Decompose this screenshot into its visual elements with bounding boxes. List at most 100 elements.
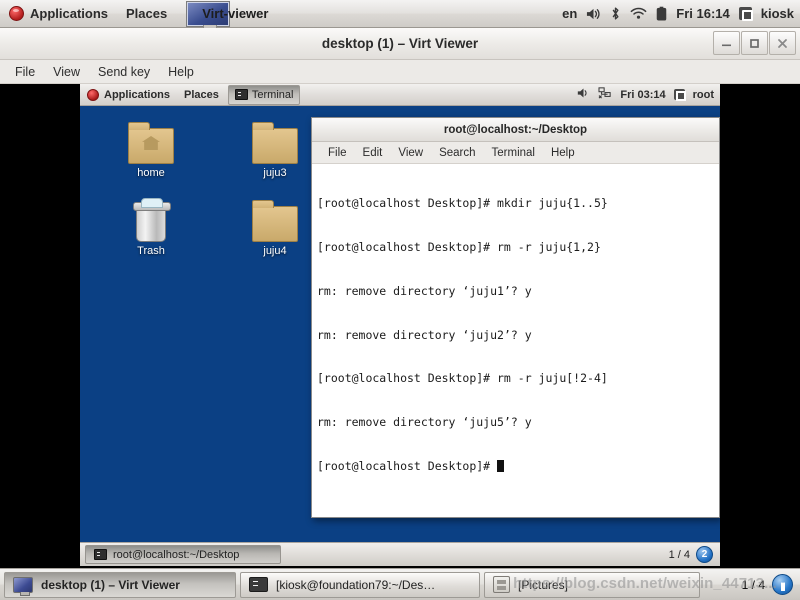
desktop-icon-label: Trash xyxy=(137,245,165,257)
taskbar-item-label: [kiosk@foundation79:~/Des… xyxy=(276,577,436,592)
terminal-menu-search[interactable]: Search xyxy=(431,147,483,159)
user-status-icon[interactable] xyxy=(738,7,753,21)
guest-network-icon[interactable] xyxy=(598,87,612,102)
guest-places-menu[interactable]: Places xyxy=(177,84,226,106)
wifi-icon[interactable] xyxy=(630,7,647,20)
guest-pager-label: 1 / 4 xyxy=(668,548,690,561)
keyboard-layout-indicator[interactable]: en xyxy=(562,6,577,21)
host-workspace-pager[interactable]: 1 / 4 xyxy=(742,574,796,595)
menu-send-key[interactable]: Send key xyxy=(89,61,159,83)
guest-taskbar-item-terminal[interactable]: root@localhost:~/Desktop xyxy=(85,545,281,564)
host-pager-label: 1 / 4 xyxy=(741,577,765,592)
desktop-icon-label: home xyxy=(137,167,165,179)
guest-taskbar-item-label: root@localhost:~/Desktop xyxy=(113,548,240,561)
taskbar-item-label: desktop (1) – Virt Viewer xyxy=(41,577,180,592)
guest-applications-menu[interactable]: Applications xyxy=(80,84,177,106)
guest-fedora-logo-icon xyxy=(87,88,99,101)
host-system-tray: en Fri 16:14 kiosk xyxy=(562,6,800,21)
terminal-line: rm: remove directory ‘juju1’? y xyxy=(317,283,532,298)
terminal-menubar: File Edit View Search Terminal Help xyxy=(312,142,719,164)
terminal-line: rm: remove directory ‘juju5’? y xyxy=(317,415,532,430)
terminal-titlebar[interactable]: root@localhost:~/Desktop xyxy=(312,118,719,142)
terminal-icon xyxy=(234,89,248,100)
terminal-menu-terminal[interactable]: Terminal xyxy=(484,147,543,159)
guest-user-label[interactable]: root xyxy=(693,89,714,101)
terminal-output[interactable]: [root@localhost Desktop]# mkdir juju{1..… xyxy=(312,164,719,517)
host-user-label[interactable]: kiosk xyxy=(761,6,794,21)
menu-help[interactable]: Help xyxy=(159,61,203,83)
host-taskbar: desktop (1) – Virt Viewer [kiosk@foundat… xyxy=(0,568,800,600)
terminal-icon xyxy=(249,577,268,592)
trash-icon xyxy=(108,196,194,242)
close-button[interactable] xyxy=(769,31,796,55)
file-manager-icon xyxy=(493,576,510,593)
terminal-line: [root@localhost Desktop]# rm -r juju[!2-… xyxy=(317,371,608,386)
maximize-button[interactable] xyxy=(741,31,768,55)
folder-icon xyxy=(232,196,318,242)
window-list-virt-viewer[interactable]: Virt-viewer xyxy=(176,0,277,30)
guest-places-label: Places xyxy=(184,88,219,101)
desktop-icon-juju4[interactable]: juju4 xyxy=(232,196,318,257)
virt-viewer-titlebar[interactable]: desktop (1) – Virt Viewer xyxy=(0,28,800,60)
desktop-icon-home[interactable]: home xyxy=(108,118,194,179)
virt-viewer-window-label: Virt-viewer xyxy=(202,6,269,21)
guest-workspace-pager[interactable]: 1 / 4 2 xyxy=(669,546,715,563)
desktop-icon-juju3[interactable]: juju3 xyxy=(232,118,318,179)
guest-user-status-icon[interactable] xyxy=(673,89,686,101)
desktop-icon-label: juju3 xyxy=(263,167,287,179)
places-menu[interactable]: Places xyxy=(117,0,176,28)
taskbar-item-terminal[interactable]: [kiosk@foundation79:~/Des… xyxy=(240,571,480,598)
virt-viewer-window: desktop (1) – Virt Viewer File View Send… xyxy=(0,28,800,568)
guest-speaker-icon[interactable] xyxy=(577,87,590,102)
terminal-menu-help[interactable]: Help xyxy=(543,147,583,159)
guest-applications-label: Applications xyxy=(104,88,171,101)
taskbar-item-pictures[interactable]: [Pictures] xyxy=(484,571,700,598)
folder-icon xyxy=(232,118,318,164)
virt-viewer-menubar: File View Send key Help xyxy=(0,60,800,84)
applications-menu-label: Applications xyxy=(30,6,109,21)
guest-window-list-terminal[interactable]: Terminal xyxy=(227,84,301,105)
terminal-line: [root@localhost Desktop]# mkdir juju{1..… xyxy=(317,196,608,211)
minimize-button[interactable] xyxy=(713,31,740,55)
menu-file[interactable]: File xyxy=(6,61,44,83)
desktop-icon-trash[interactable]: Trash xyxy=(108,196,194,257)
terminal-prompt: [root@localhost Desktop]# xyxy=(317,458,498,473)
terminal-title: root@localhost:~/Desktop xyxy=(443,123,588,136)
terminal-line: rm: remove directory ‘juju2’? y xyxy=(317,327,532,342)
terminal-window[interactable]: root@localhost:~/Desktop File Edit View … xyxy=(311,117,720,518)
fedora-logo-icon xyxy=(9,6,24,21)
terminal-menu-view[interactable]: View xyxy=(390,147,431,159)
screen-root: Applications Places Virt-viewer en Fri 1… xyxy=(0,0,800,600)
applications-menu[interactable]: Applications xyxy=(0,0,117,28)
terminal-line: [root@localhost Desktop]# rm -r juju{1,2… xyxy=(317,239,601,254)
bluetooth-icon[interactable] xyxy=(610,6,621,21)
guest-viewport-letterbox: Applications Places Terminal Fri 03:14 r… xyxy=(0,84,800,568)
taskbar-item-virt-viewer[interactable]: desktop (1) – Virt Viewer xyxy=(4,571,236,598)
terminal-prompt-line: [root@localhost Desktop]# xyxy=(317,459,714,474)
speaker-icon[interactable] xyxy=(586,7,601,21)
terminal-icon xyxy=(94,549,107,560)
home-folder-icon xyxy=(108,118,194,164)
host-top-panel: Applications Places Virt-viewer en Fri 1… xyxy=(0,0,800,30)
virt-viewer-title: desktop (1) – Virt Viewer xyxy=(321,36,479,51)
guest-desktop-surface[interactable]: home juju3 Trash juju4 root@localhost:~/… xyxy=(80,106,720,520)
host-clock[interactable]: Fri 16:14 xyxy=(676,6,729,21)
window-controls xyxy=(712,31,796,55)
guest-taskbar: root@localhost:~/Desktop 1 / 4 2 xyxy=(80,542,720,566)
monitor-icon xyxy=(13,576,33,596)
terminal-menu-file[interactable]: File xyxy=(320,147,355,159)
terminal-cursor xyxy=(497,459,505,472)
taskbar-item-label: [Pictures] xyxy=(518,577,569,592)
terminal-menu-edit[interactable]: Edit xyxy=(355,147,391,159)
show-desktop-icon[interactable] xyxy=(772,574,793,595)
guest-workspace-badge[interactable]: 2 xyxy=(696,546,713,563)
battery-icon[interactable] xyxy=(656,6,667,21)
menu-view[interactable]: View xyxy=(44,61,89,83)
desktop-icon-label: juju4 xyxy=(263,245,287,257)
guest-desktop[interactable]: Applications Places Terminal Fri 03:14 r… xyxy=(80,84,720,566)
guest-system-tray: Fri 03:14 root xyxy=(577,87,720,102)
places-menu-label: Places xyxy=(126,6,168,21)
guest-top-panel: Applications Places Terminal Fri 03:14 r… xyxy=(80,84,720,106)
guest-clock[interactable]: Fri 03:14 xyxy=(620,89,665,101)
guest-window-list-label: Terminal xyxy=(251,88,294,101)
